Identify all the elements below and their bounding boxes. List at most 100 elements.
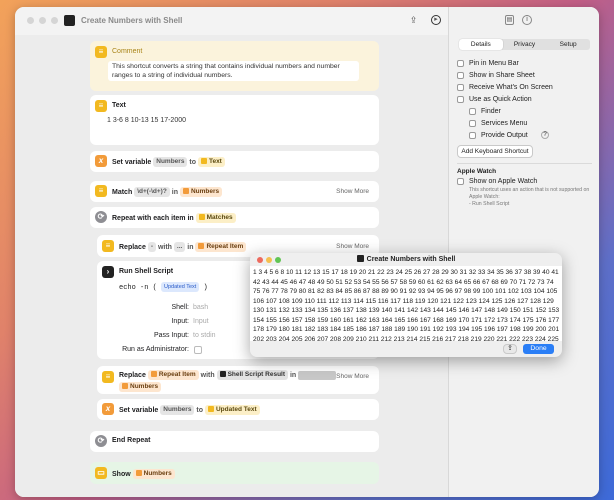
tab-details[interactable]: Details	[459, 39, 503, 50]
updated-text-token[interactable]: Updated Text	[204, 405, 260, 415]
numbers-variable-token[interactable]: Numbers	[179, 187, 223, 197]
end-repeat-title: End Repeat	[112, 437, 151, 444]
comment-text[interactable]: This shortcut converts a string that con…	[108, 61, 359, 81]
apple-watch-note: This shortcut uses an action that is not…	[469, 187, 590, 200]
tab-privacy[interactable]: Privacy	[503, 39, 547, 50]
text-icon: ≡	[102, 371, 114, 383]
end-repeat-action[interactable]: ⟳ End Repeat	[90, 431, 379, 452]
text-action[interactable]: ≡ Text 1 3-6 8 10-13 15 17-2000	[90, 95, 379, 145]
variable-icon: x	[102, 403, 114, 415]
show-more-button[interactable]: Show More	[336, 243, 369, 250]
services-menu-checkbox[interactable]	[469, 120, 476, 127]
receive-screen-label: Receive What's On Screen	[469, 84, 553, 91]
to-label: to	[196, 406, 204, 414]
close-button[interactable]	[27, 17, 34, 24]
admin-checkbox[interactable]	[194, 346, 202, 354]
run-icon[interactable]: ▸	[431, 15, 441, 25]
repeat-icon: ⟳	[95, 211, 107, 223]
text-variable-token[interactable]: Text	[197, 157, 225, 167]
regex-pattern-token[interactable]: \d+(-\d+)?	[134, 187, 170, 197]
info-icon[interactable]: i	[522, 15, 532, 25]
find-token[interactable]: -	[147, 242, 156, 252]
show-more-button[interactable]: Show More	[336, 188, 369, 195]
script-code-end: )	[203, 283, 208, 292]
input-value[interactable]: Input	[193, 318, 209, 325]
divider	[457, 163, 592, 164]
numbers-variable-token[interactable]: Numbers	[132, 469, 175, 479]
numbers-variable-token[interactable]: Numbers	[119, 382, 162, 393]
pass-input-label: Pass Input:	[153, 332, 189, 339]
apple-watch-header: Apple Watch	[457, 168, 497, 175]
title-bar: Create Numbers with Shell ⇪ ▸	[15, 7, 448, 35]
menu-bar-checkbox[interactable]	[457, 60, 464, 67]
comment-action[interactable]: ≡ Comment This shortcut converts a strin…	[90, 41, 379, 91]
set-variable-action-2[interactable]: x Set variable Numbers to Updated Text	[97, 399, 379, 420]
share-icon[interactable]: ⇪	[408, 15, 419, 26]
apple-watch-checkbox[interactable]	[457, 178, 464, 185]
set-variable-title: Set variable	[112, 158, 152, 166]
text-value[interactable]: 1 3-6 8 10-13 15 17-2000	[107, 117, 186, 124]
dialog-output-text[interactable]: 1 3 4 5 6 8 10 11 12 13 15 17 18 19 20 2…	[250, 266, 562, 341]
repeat-action[interactable]: ⟳ Repeat with each item in Matches	[90, 207, 379, 228]
share-icon[interactable]: ⇪	[503, 344, 517, 354]
quick-action-checkbox[interactable]	[457, 96, 464, 103]
show-action[interactable]: ▭ Show Numbers	[90, 462, 379, 484]
variable-name-token[interactable]: Numbers	[153, 157, 188, 167]
apple-watch-label: Show on Apple Watch	[469, 178, 538, 185]
comment-icon: ≡	[95, 46, 107, 58]
zoom-button[interactable]	[51, 17, 58, 24]
finder-checkbox[interactable]	[469, 108, 476, 115]
dialog-title: Create Numbers with Shell	[250, 253, 562, 266]
menu-bar-label: Pin in Menu Bar	[469, 60, 519, 67]
repeat-item-token[interactable]: Repeat Item	[195, 242, 247, 252]
text-icon: ≡	[102, 240, 114, 252]
to-label: to	[189, 158, 197, 166]
replace-action-2[interactable]: ≡ Replace Repeat Item with Shell Script …	[97, 366, 379, 394]
finder-label: Finder	[481, 108, 501, 115]
shell-title: Run Shell Script	[119, 268, 174, 275]
shell-value[interactable]: bash	[193, 304, 208, 311]
script-code[interactable]: echo -n (	[119, 284, 157, 292]
with-label: with	[157, 243, 172, 251]
quick-action-label: Use as Quick Action	[469, 96, 532, 103]
repeat-icon: ⟳	[95, 435, 107, 447]
sidebar-tabs: Details Privacy Setup	[459, 39, 590, 50]
receive-screen-checkbox[interactable]	[457, 84, 464, 91]
share-sheet-label: Show in Share Sheet	[469, 72, 535, 79]
pass-input-value[interactable]: to stdin	[193, 332, 216, 339]
details-sidebar: ▤ i Details Privacy Setup Pin in Menu Ba…	[448, 7, 599, 497]
minimize-button[interactable]	[39, 17, 46, 24]
variable-name-token[interactable]: Numbers	[160, 405, 195, 415]
tab-setup[interactable]: Setup	[546, 39, 590, 50]
provide-output-checkbox[interactable]	[469, 132, 476, 139]
shell-result-token[interactable]: Shell Script Result	[216, 370, 289, 381]
admin-label: Run as Administrator:	[122, 346, 189, 353]
text-icon: ≡	[95, 100, 107, 112]
match-action[interactable]: ≡ Match \d+(-\d+)? in Numbers Show More	[90, 181, 379, 202]
show-more-button[interactable]: Show More	[336, 373, 369, 380]
repeat-item-token[interactable]: Repeat Item	[147, 370, 199, 381]
show-title: Show	[112, 470, 131, 478]
replace-placeholder	[298, 370, 337, 380]
library-icon[interactable]: ▤	[505, 15, 514, 25]
input-label: Input:	[171, 318, 189, 325]
comment-title: Comment	[112, 48, 143, 55]
window-title: Create Numbers with Shell	[81, 16, 183, 25]
replacement-token[interactable]: ...	[173, 242, 186, 252]
show-icon: ▭	[95, 467, 107, 479]
help-icon[interactable]: ?	[541, 131, 549, 139]
matches-variable-token[interactable]: Matches	[195, 213, 236, 223]
share-sheet-checkbox[interactable]	[457, 72, 464, 79]
text-icon: ≡	[95, 185, 107, 197]
set-variable-title: Set variable	[119, 406, 159, 414]
shortcut-app-icon	[64, 15, 75, 26]
shortcut-app-icon	[356, 255, 364, 262]
add-keyboard-shortcut-button[interactable]: Add Keyboard Shortcut	[457, 145, 533, 158]
replace-title: Replace	[119, 372, 146, 379]
set-variable-action[interactable]: x Set variable Numbers to Text	[90, 151, 379, 172]
done-button[interactable]: Done	[523, 344, 554, 354]
apple-watch-item: - Run Shell Script	[469, 201, 510, 207]
in-label: in	[289, 372, 297, 379]
updated-text-token[interactable]: Updated Text	[161, 282, 200, 292]
provide-output-label: Provide Output	[481, 132, 528, 139]
